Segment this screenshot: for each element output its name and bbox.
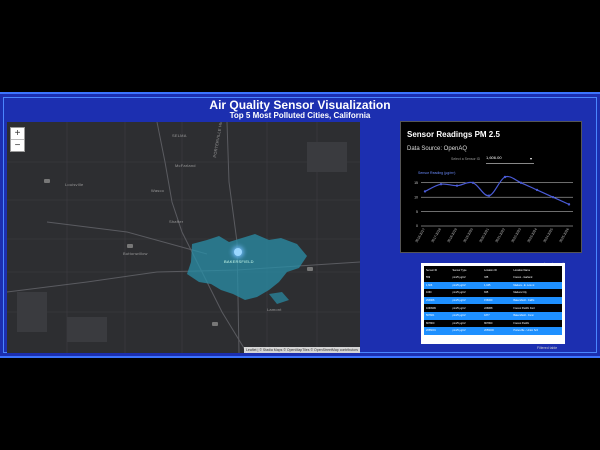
table-cell: 1,045 [482, 281, 512, 290]
data-point[interactable] [487, 194, 491, 197]
table-cell: pm25 µg/m³ [450, 289, 483, 297]
map-label-mcfarland: McFarland [175, 163, 196, 168]
table-cell: 2056000 [482, 327, 512, 335]
x-tick-label: 2023-2024 [527, 227, 538, 243]
table-cell: 293966 [424, 296, 451, 305]
x-tick-label: 2022-2023 [511, 227, 522, 243]
data-point[interactable] [567, 203, 571, 206]
table-cell: 845 [482, 289, 512, 297]
map-roads [7, 122, 360, 353]
table-cell: Fresno Pacific [511, 319, 562, 328]
map-label-lamont: Lamont [267, 307, 282, 312]
table-cell: pm25 µg/m³ [450, 274, 483, 282]
table-cell: pm25 µg/m³ [450, 296, 483, 305]
map-label-selma: SELMA [172, 133, 187, 138]
line-chart: Sensor Reading (µg/m³) 0 5 10 15 2016-2017 201… [414, 171, 573, 243]
map-attribution[interactable]: Leaflet | © Stadia Maps © OpenMapTiles ©… [243, 347, 360, 353]
y-tick-label: 5 [416, 210, 418, 214]
table-cell: 807800 [482, 319, 512, 328]
map-label-louisville: Louisville [65, 182, 84, 187]
table-cell: pm25 µg/m³ [450, 311, 483, 320]
table-cell: 567821 [424, 311, 451, 320]
chart-panel: Sensor Readings PM 2.5 Data Source: Open… [400, 121, 582, 253]
table-cell: 1060999 [424, 304, 451, 312]
x-tick-label: 2024-2025 [543, 227, 554, 243]
x-tick-label: 2020-2021 [479, 227, 490, 243]
highway-shield-icon [307, 267, 313, 271]
table-cell: Bakersfield - Califo [511, 296, 562, 305]
table-cell: 156000 [482, 296, 512, 305]
data-point[interactable] [503, 175, 507, 179]
column-header[interactable]: Sensor ID [424, 266, 451, 274]
table-cell: 226868 [482, 304, 512, 312]
y-tick-label: 10 [414, 195, 418, 199]
table-row[interactable]: 559 pm25 µg/m³ 335 Fresno - Garland [424, 274, 562, 282]
table-caption: Filtered table [537, 346, 558, 350]
x-tick-label: 2017-2018 [431, 227, 442, 243]
page-subtitle: Top 5 Most Polluted Cities, California [229, 111, 371, 120]
column-header[interactable]: Location Name [511, 266, 562, 274]
table-cell: Bakersfield - Cunn [511, 311, 562, 320]
table-cell: 559 [424, 274, 451, 282]
table-cell: pm25 µg/m³ [450, 304, 483, 312]
map-view[interactable]: + − SELMA McFarland Louisville Wasco Sha… [7, 122, 360, 353]
x-tick-label: 2025-2026 [559, 227, 570, 243]
table-row[interactable]: 1060999 pm25 µg/m³ 226868 Fresno Pacific Fw… [424, 304, 562, 312]
page-title: Air Quality Sensor Visualization [209, 98, 391, 112]
table-cell: 1060 [424, 289, 451, 297]
data-point[interactable] [439, 183, 443, 186]
sensor-marker-icon[interactable] [234, 248, 242, 256]
table-cell: Madera City [511, 289, 562, 297]
x-tick-label: 2019-2020 [463, 227, 474, 243]
sensor-table-panel: Sensor ID Sensor Type Location ID Locati… [421, 263, 565, 344]
table-cell: Madera - E. Low st [511, 281, 562, 290]
table-cell: Fresno - Garland [511, 274, 562, 282]
map-label-buttonwillow: Buttonwillow [123, 251, 148, 256]
map-label-wasco: Wasco [151, 188, 165, 193]
map-label-bakersfield: BAKERSFIELD [224, 259, 254, 264]
sensor-table: Sensor ID Sensor Type Location ID Locati… [424, 266, 562, 335]
zoom-in-button[interactable]: + [11, 128, 24, 139]
table-row[interactable]: 2056001 pm25 µg/m³ 2056000 Porterville - Un… [424, 327, 562, 335]
column-header[interactable]: Sensor Type [450, 266, 483, 274]
map-label-shafter: Shafter [169, 219, 184, 224]
series-line [424, 175, 570, 205]
data-point[interactable] [551, 195, 555, 199]
data-point[interactable] [471, 181, 475, 184]
legend-label: Sensor Reading (µg/m³) [418, 171, 455, 175]
data-point[interactable] [535, 188, 539, 192]
table-cell: 2056001 [424, 327, 451, 335]
highway-shield-icon [44, 179, 50, 183]
y-tick-label: 0 [416, 224, 418, 228]
table-row[interactable]: 1,606 pm25 µg/m³ 1,045 Madera - E. Low st [424, 281, 562, 290]
table-cell: 807800 [424, 319, 451, 328]
table-cell: 335 [482, 274, 512, 282]
highway-shield-icon [212, 322, 218, 326]
table-row[interactable]: 807800 pm25 µg/m³ 807800 Fresno Pacific [424, 319, 562, 328]
table-cell: pm25 µg/m³ [450, 281, 483, 290]
table-cell: pm25 µg/m³ [450, 319, 483, 328]
table-cell: pm25 µg/m³ [450, 327, 483, 335]
data-point[interactable] [519, 181, 523, 184]
x-tick-label: 2016-2017 [415, 227, 426, 243]
zoom-control: + − [10, 127, 25, 152]
table-header-row: Sensor ID Sensor Type Location ID Locati… [424, 266, 562, 274]
table-cell: Fresno Pacific Fwd [511, 304, 562, 312]
city-area-bakersfield [187, 234, 307, 300]
table-cell: Porterville - Union Sch [511, 327, 562, 335]
zoom-out-button[interactable]: − [11, 139, 24, 151]
x-tick-label: 2021-2022 [495, 227, 506, 243]
table-row[interactable]: 293966 pm25 µg/m³ 156000 Bakersfield - Cali… [424, 296, 562, 305]
table-cell: 1,606 [424, 281, 451, 290]
x-tick-label: 2018-2019 [447, 227, 458, 243]
data-point[interactable] [455, 184, 459, 187]
highway-shield-icon [127, 244, 133, 248]
table-row[interactable]: 1060 pm25 µg/m³ 845 Madera City [424, 289, 562, 297]
y-tick-label: 15 [414, 181, 418, 185]
data-point[interactable] [423, 190, 427, 193]
table-row[interactable]: 567821 pm25 µg/m³ 1877 Bakersfield - Cunn [424, 311, 562, 320]
table-cell: 1877 [482, 311, 512, 320]
column-header[interactable]: Location ID [482, 266, 512, 274]
